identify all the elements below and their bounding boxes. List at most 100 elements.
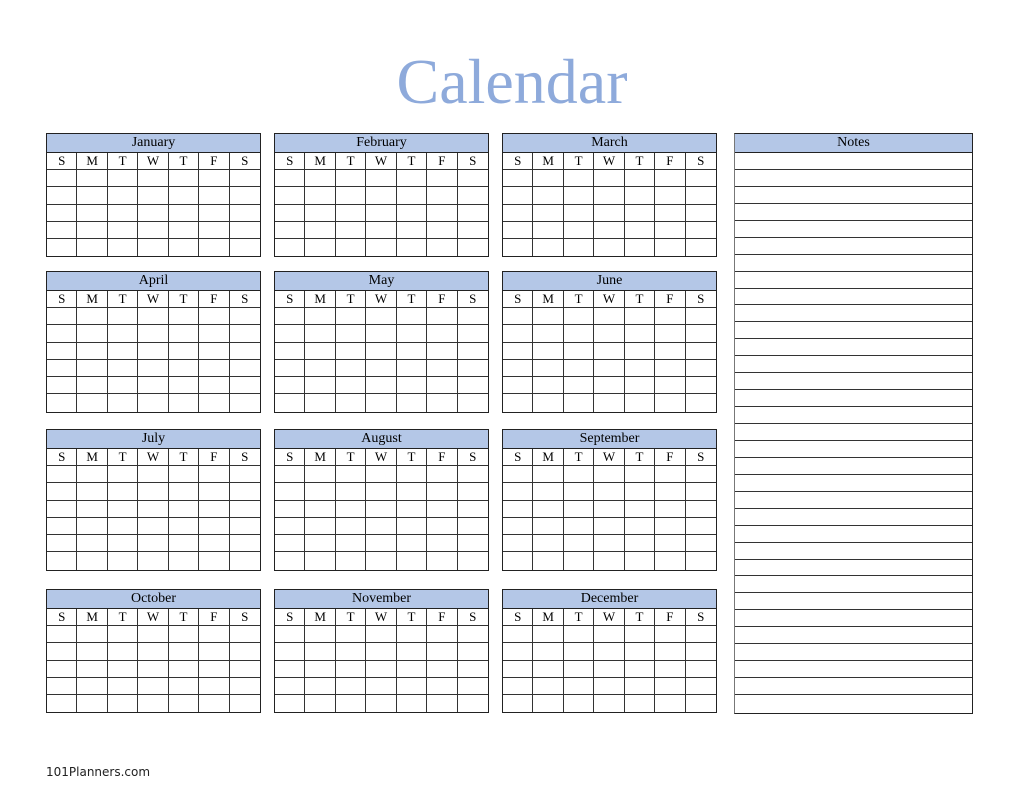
- day-cell[interactable]: [655, 308, 686, 326]
- day-cell[interactable]: [335, 677, 367, 696]
- day-cell[interactable]: [366, 500, 397, 518]
- day-cell[interactable]: [77, 221, 108, 240]
- day-cell[interactable]: [47, 377, 78, 395]
- day-cell[interactable]: [47, 677, 78, 696]
- day-cell[interactable]: [685, 626, 716, 644]
- day-cell[interactable]: [396, 187, 428, 205]
- day-cell[interactable]: [199, 535, 230, 553]
- day-cell[interactable]: [169, 695, 200, 713]
- day-cell[interactable]: [563, 483, 595, 501]
- day-cell[interactable]: [457, 205, 488, 222]
- day-cell[interactable]: [625, 552, 656, 570]
- day-cell[interactable]: [427, 359, 458, 378]
- day-cell[interactable]: [564, 394, 595, 412]
- day-cell[interactable]: [427, 626, 458, 644]
- notes-line[interactable]: [735, 289, 972, 306]
- day-cell[interactable]: [457, 678, 488, 696]
- day-cell[interactable]: [533, 170, 564, 188]
- day-cell[interactable]: [624, 483, 656, 501]
- day-cell[interactable]: [594, 308, 625, 326]
- day-cell[interactable]: [594, 342, 625, 360]
- day-cell[interactable]: [275, 221, 306, 240]
- day-cell[interactable]: [563, 677, 595, 696]
- day-cell[interactable]: [503, 325, 534, 343]
- day-cell[interactable]: [533, 483, 564, 501]
- day-cell[interactable]: [624, 359, 656, 378]
- day-cell[interactable]: [229, 626, 260, 644]
- day-cell[interactable]: [458, 695, 488, 712]
- day-cell[interactable]: [685, 187, 716, 205]
- day-cell[interactable]: [275, 187, 306, 205]
- day-cell[interactable]: [366, 535, 397, 553]
- day-cell[interactable]: [427, 483, 458, 501]
- day-cell[interactable]: [77, 359, 108, 378]
- day-cell[interactable]: [335, 517, 367, 536]
- day-cell[interactable]: [563, 535, 595, 553]
- day-cell[interactable]: [138, 643, 169, 661]
- day-cell[interactable]: [594, 517, 625, 536]
- day-cell[interactable]: [305, 325, 336, 343]
- day-cell[interactable]: [335, 643, 367, 661]
- notes-line[interactable]: [735, 238, 972, 255]
- day-cell[interactable]: [427, 239, 458, 257]
- day-cell[interactable]: [77, 552, 108, 570]
- day-cell[interactable]: [458, 394, 488, 411]
- day-cell[interactable]: [427, 643, 458, 661]
- day-cell[interactable]: [458, 239, 488, 256]
- day-cell[interactable]: [47, 517, 78, 536]
- day-cell[interactable]: [396, 626, 428, 644]
- day-cell[interactable]: [229, 205, 260, 222]
- day-cell[interactable]: [108, 552, 139, 570]
- day-cell[interactable]: [396, 170, 428, 188]
- day-cell[interactable]: [275, 483, 306, 501]
- day-cell[interactable]: [366, 221, 397, 240]
- day-cell[interactable]: [108, 239, 139, 257]
- day-cell[interactable]: [77, 466, 108, 484]
- day-cell[interactable]: [594, 626, 625, 644]
- day-cell[interactable]: [305, 552, 336, 570]
- day-cell[interactable]: [563, 221, 595, 240]
- day-cell[interactable]: [563, 359, 595, 378]
- day-cell[interactable]: [138, 552, 169, 570]
- day-cell[interactable]: [229, 501, 260, 518]
- notes-line[interactable]: [735, 356, 972, 374]
- notes-line[interactable]: [735, 458, 972, 475]
- day-cell[interactable]: [533, 359, 564, 378]
- day-cell[interactable]: [275, 660, 306, 678]
- day-cell[interactable]: [168, 377, 200, 395]
- day-cell[interactable]: [366, 377, 397, 395]
- day-cell[interactable]: [685, 535, 716, 553]
- day-cell[interactable]: [335, 660, 367, 678]
- day-cell[interactable]: [77, 626, 108, 644]
- day-cell[interactable]: [229, 222, 260, 240]
- day-cell[interactable]: [624, 517, 656, 536]
- day-cell[interactable]: [229, 325, 260, 343]
- day-cell[interactable]: [686, 239, 716, 256]
- day-cell[interactable]: [335, 325, 367, 343]
- day-cell[interactable]: [305, 500, 336, 518]
- day-cell[interactable]: [47, 325, 78, 343]
- day-cell[interactable]: [396, 483, 428, 501]
- day-cell[interactable]: [397, 695, 428, 713]
- day-cell[interactable]: [335, 377, 367, 395]
- day-cell[interactable]: [396, 325, 428, 343]
- day-cell[interactable]: [503, 500, 534, 518]
- day-cell[interactable]: [503, 677, 534, 696]
- day-cell[interactable]: [427, 500, 458, 518]
- day-cell[interactable]: [655, 483, 686, 501]
- day-cell[interactable]: [396, 660, 428, 678]
- day-cell[interactable]: [77, 677, 108, 696]
- day-cell[interactable]: [47, 500, 78, 518]
- day-cell[interactable]: [138, 170, 169, 188]
- day-cell[interactable]: [168, 325, 200, 343]
- day-cell[interactable]: [47, 342, 78, 360]
- day-cell[interactable]: [503, 552, 534, 570]
- day-cell[interactable]: [107, 535, 139, 553]
- day-cell[interactable]: [275, 394, 306, 412]
- day-cell[interactable]: [503, 204, 534, 222]
- day-cell[interactable]: [533, 695, 564, 713]
- day-cell[interactable]: [594, 394, 625, 412]
- day-cell[interactable]: [107, 204, 139, 222]
- day-cell[interactable]: [563, 325, 595, 343]
- day-cell[interactable]: [594, 325, 625, 343]
